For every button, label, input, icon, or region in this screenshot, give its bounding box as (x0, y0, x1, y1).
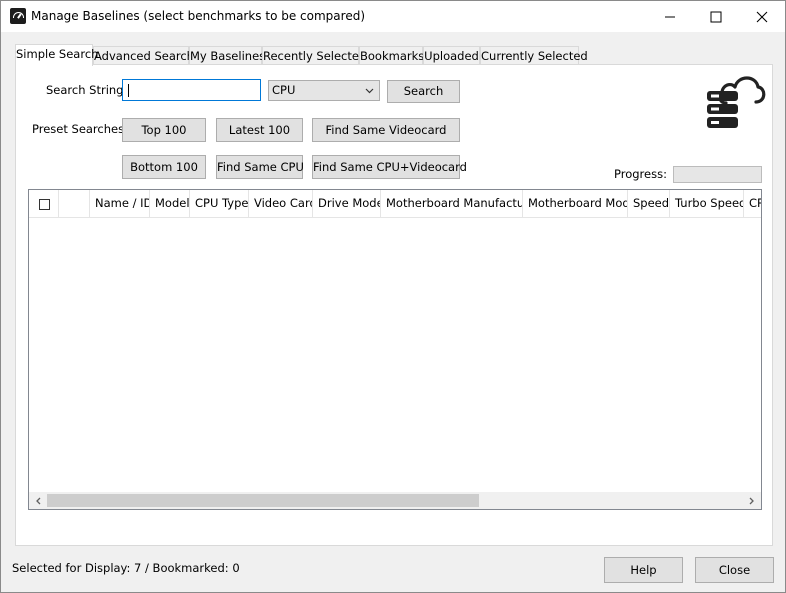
tab-currently-selected[interactable]: Currently Selected (480, 46, 588, 64)
column-header-model[interactable]: Model (150, 190, 190, 217)
tab-simple-search[interactable]: Simple Search (15, 44, 98, 66)
table-header: Name / ID Model CPU Type Video Card Driv… (29, 190, 761, 218)
close-button[interactable]: Close (695, 557, 774, 583)
find-same-cpu-videocard-button[interactable]: Find Same CPU+Videocard (312, 155, 467, 179)
search-type-value: CPU (272, 83, 296, 97)
search-string-label: Search String: (46, 83, 128, 97)
search-type-select[interactable]: CPU (268, 80, 380, 101)
tab-uploaded[interactable]: Uploaded (423, 46, 480, 64)
title-bar[interactable]: Manage Baselines (select benchmarks to b… (1, 1, 785, 32)
search-input[interactable] (122, 79, 261, 101)
text-caret (128, 84, 129, 97)
scrollbar-thumb[interactable] (47, 494, 479, 507)
scroll-right-icon[interactable] (748, 497, 755, 505)
search-button[interactable]: Search (387, 80, 460, 103)
window-title: Manage Baselines (select benchmarks to b… (31, 9, 366, 23)
column-header-motherboard-model[interactable]: Motherboard Model (523, 190, 628, 217)
chevron-down-icon (365, 88, 374, 94)
horizontal-scrollbar[interactable] (29, 492, 761, 509)
progress-label: Progress: (614, 167, 667, 181)
tab-advanced-search[interactable]: Advanced Search (93, 46, 194, 64)
select-all-checkbox[interactable] (39, 199, 50, 210)
results-table[interactable]: Name / ID Model CPU Type Video Card Driv… (28, 189, 762, 510)
bookmark-column[interactable] (59, 190, 90, 217)
manage-baselines-window: Manage Baselines (select benchmarks to b… (0, 0, 786, 593)
close-window-button[interactable] (739, 1, 785, 32)
column-header-cpu[interactable]: CPU (744, 190, 761, 217)
find-same-cpu-button[interactable]: Find Same CPU (216, 155, 304, 179)
column-header-cpu-type[interactable]: CPU Type (190, 190, 249, 217)
maximize-button[interactable] (693, 1, 739, 32)
selection-status: Selected for Display: 7 / Bookmarked: 0 (12, 561, 240, 575)
column-header-drive-model[interactable]: Drive Model (313, 190, 381, 217)
preset-searches-label: Preset Searches: (32, 122, 128, 136)
top-100-button[interactable]: Top 100 (122, 118, 206, 142)
minimize-button[interactable] (647, 1, 693, 32)
maximize-icon (710, 11, 722, 23)
close-icon (756, 11, 768, 23)
progress-bar (673, 166, 762, 183)
latest-100-button[interactable]: Latest 100 (216, 118, 303, 142)
scroll-left-icon[interactable] (35, 497, 42, 505)
tab-bookmarks[interactable]: Bookmarks (359, 46, 424, 64)
tab-recently-selected[interactable]: Recently Selected (262, 46, 366, 64)
help-button[interactable]: Help (604, 557, 683, 583)
cloud-database-icon (707, 76, 766, 128)
tab-my-baselines[interactable]: My Baselines (189, 46, 265, 64)
column-header-video-card[interactable]: Video Card (249, 190, 313, 217)
column-header-motherboard-manufacturer[interactable]: Motherboard Manufacturer (381, 190, 523, 217)
bottom-100-button[interactable]: Bottom 100 (122, 155, 206, 179)
find-same-videocard-button[interactable]: Find Same Videocard (312, 118, 460, 142)
column-header-name-id[interactable]: Name / ID (90, 190, 150, 217)
column-header-turbo-speed[interactable]: Turbo Speed (670, 190, 744, 217)
select-all-column[interactable] (29, 190, 59, 217)
minimize-icon (665, 16, 675, 18)
app-gauge-icon (10, 8, 26, 24)
column-header-speed[interactable]: Speed (628, 190, 670, 217)
